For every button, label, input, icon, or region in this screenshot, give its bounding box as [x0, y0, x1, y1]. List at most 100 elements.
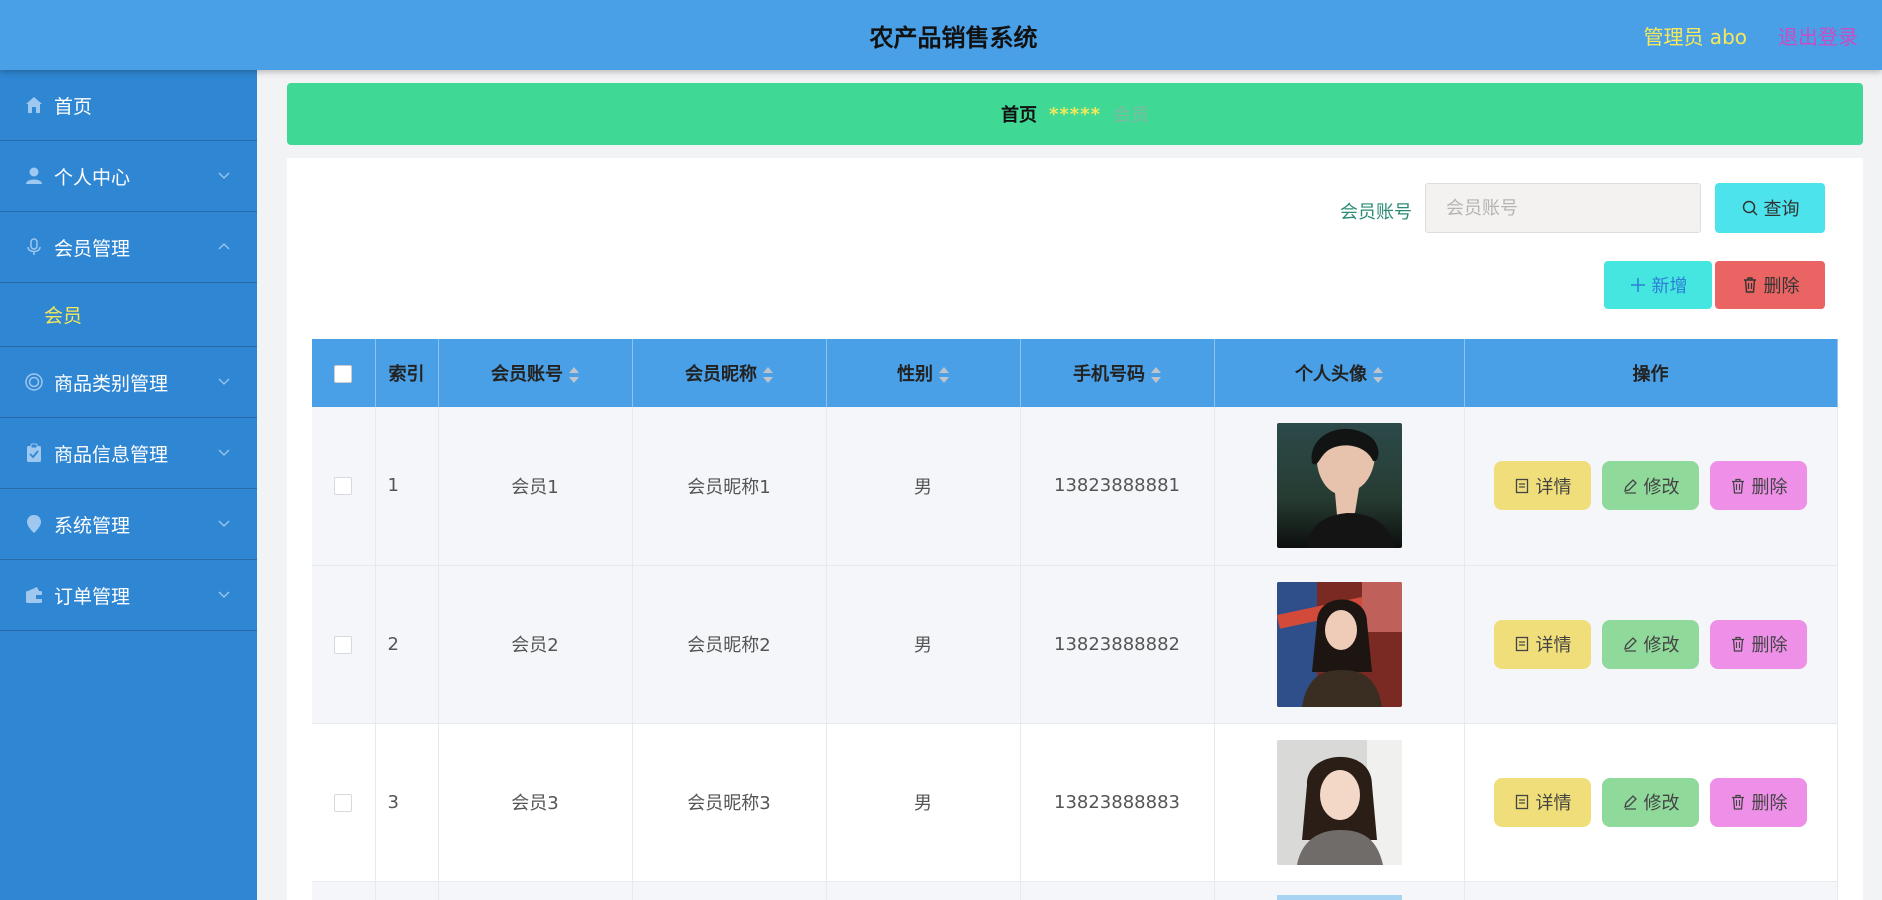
chevron-down-icon — [218, 591, 230, 598]
document-icon — [1515, 794, 1528, 810]
row-phone: 13823888881 — [1020, 407, 1215, 566]
detail-button[interactable]: 详情 — [1494, 619, 1591, 669]
search-input[interactable] — [1425, 183, 1701, 233]
table-header-row: 索引 会员账号 会员昵称 性别 手机号码 个人头像 操作 — [312, 339, 1838, 407]
edit-button[interactable]: 修改 — [1602, 777, 1699, 827]
sidebar-item-label: 订单管理 — [54, 585, 131, 608]
edit-button-label: 修改 — [1643, 476, 1680, 498]
delete-button[interactable]: 删除 — [1710, 461, 1807, 511]
breadcrumb-current: 会员 — [1113, 105, 1150, 126]
sidebar-subitem-member[interactable]: 会员 — [0, 283, 257, 347]
sort-icon[interactable] — [1151, 367, 1161, 383]
batch-delete-button[interactable]: 删除 — [1715, 261, 1825, 309]
delete-button[interactable]: 删除 — [1710, 619, 1807, 669]
chevron-down-icon — [218, 449, 230, 456]
clipboard-icon — [23, 442, 45, 464]
delete-button[interactable]: 删除 — [1710, 777, 1807, 827]
circle-icon — [23, 371, 45, 393]
query-button[interactable]: 查询 — [1715, 183, 1825, 233]
plus-icon — [1630, 278, 1645, 292]
column-header-index: 索引 — [375, 339, 439, 407]
select-all-cell — [312, 339, 376, 407]
breadcrumb-home[interactable]: 首页 — [1001, 101, 1037, 127]
user-icon — [23, 165, 45, 187]
row-checkbox[interactable] — [334, 635, 353, 654]
table-row — [312, 881, 1838, 900]
sidebar-item-label: 首页 — [54, 95, 93, 118]
sort-icon[interactable] — [763, 367, 773, 383]
avatar[interactable] — [1276, 739, 1402, 865]
sidebar-item-label: 商品类别管理 — [54, 372, 169, 395]
column-header-avatar[interactable]: 个人头像 — [1214, 339, 1465, 407]
avatar[interactable] — [1276, 894, 1402, 900]
edit-button-label: 修改 — [1643, 635, 1680, 656]
table-row: 3 会员3 会员昵称3 男 13823888883 详情 修改 删除 — [312, 723, 1838, 882]
sidebar-item-category[interactable]: 商品类别管理 — [0, 347, 257, 418]
row-index: 1 — [375, 407, 439, 566]
detail-button-label: 详情 — [1535, 635, 1572, 656]
chevron-up-icon — [218, 243, 230, 250]
detail-button-label: 详情 — [1535, 476, 1572, 498]
row-avatar-cell — [1214, 407, 1465, 566]
trash-icon — [1743, 277, 1756, 293]
breadcrumb: 首页 ***** 会员 — [287, 83, 1863, 145]
document-icon — [1515, 636, 1528, 652]
avatar[interactable] — [1276, 581, 1402, 707]
sidebar-item-label: 系统管理 — [54, 514, 131, 537]
edit-icon — [1623, 478, 1637, 494]
sidebar-item-home[interactable]: 首页 — [0, 70, 257, 141]
row-account: 会员2 — [438, 565, 633, 724]
row-avatar-cell — [1214, 723, 1465, 882]
delete-button-label: 删除 — [1763, 276, 1800, 297]
wallet-icon — [23, 584, 45, 606]
sort-icon[interactable] — [1373, 367, 1383, 383]
sidebar-item-label: 个人中心 — [54, 166, 131, 189]
detail-button-label: 详情 — [1535, 793, 1572, 814]
edit-button[interactable]: 修改 — [1602, 461, 1699, 511]
column-header-nickname[interactable]: 会员昵称 — [632, 339, 827, 407]
row-phone: 13823888882 — [1020, 565, 1215, 724]
sort-icon[interactable] — [939, 367, 949, 383]
sidebar-item-members[interactable]: 会员管理 — [0, 212, 257, 283]
row-index: 3 — [375, 723, 439, 882]
app-title: 农产品销售系统 — [869, 24, 1038, 52]
edit-button[interactable]: 修改 — [1602, 619, 1699, 669]
row-actions-cell: 详情 修改 删除 — [1464, 723, 1838, 882]
admin-username: 管理员 abo — [1643, 25, 1747, 49]
member-table: 索引 会员账号 会员昵称 性别 手机号码 个人头像 操作 1 会员1 会员昵称1… — [312, 339, 1838, 900]
avatar[interactable] — [1276, 423, 1402, 549]
edit-icon — [1623, 637, 1637, 652]
sidebar-item-system[interactable]: 系统管理 — [0, 489, 257, 560]
sidebar-item-label: 会员管理 — [54, 237, 131, 260]
sidebar-item-profile[interactable]: 个人中心 — [0, 141, 257, 212]
logout-link[interactable]: 退出登录 — [1778, 21, 1858, 50]
row-checkbox[interactable] — [334, 793, 353, 812]
column-header-phone[interactable]: 手机号码 — [1020, 339, 1215, 407]
chevron-down-icon — [218, 520, 230, 527]
detail-button[interactable]: 详情 — [1494, 461, 1591, 511]
column-header-gender[interactable]: 性别 — [826, 339, 1021, 407]
row-checkbox[interactable] — [334, 477, 353, 496]
sidebar: 首页 个人中心 会员管理 会员 商品类别管理 商品信息管理 系统管理 订单管理 — [0, 70, 257, 900]
sidebar-item-orders[interactable]: 订单管理 — [0, 560, 257, 631]
row-nickname: 会员昵称2 — [632, 565, 827, 724]
row-gender: 男 — [826, 565, 1021, 724]
row-account: 会员1 — [438, 407, 633, 566]
add-button[interactable]: 新增 — [1604, 261, 1712, 309]
document-icon — [1515, 478, 1528, 493]
row-avatar-cell — [1214, 565, 1465, 724]
search-label: 会员账号 — [1340, 202, 1412, 223]
detail-button[interactable]: 详情 — [1494, 777, 1591, 827]
row-avatar-cell — [1214, 881, 1465, 900]
table-row: 1 会员1 会员昵称1 男 13823888881 详情 修改 删除 — [312, 407, 1838, 566]
chevron-down-icon — [218, 378, 230, 385]
sidebar-item-products[interactable]: 商品信息管理 — [0, 418, 257, 489]
chevron-down-icon — [218, 172, 230, 179]
trash-icon — [1731, 478, 1744, 494]
breadcrumb-separator: ***** — [1048, 103, 1102, 125]
row-gender: 男 — [826, 407, 1021, 566]
select-all-checkbox[interactable] — [334, 364, 353, 383]
column-header-account[interactable]: 会员账号 — [438, 339, 633, 407]
sort-icon[interactable] — [569, 367, 579, 383]
delete-button-label: 删除 — [1751, 476, 1788, 498]
